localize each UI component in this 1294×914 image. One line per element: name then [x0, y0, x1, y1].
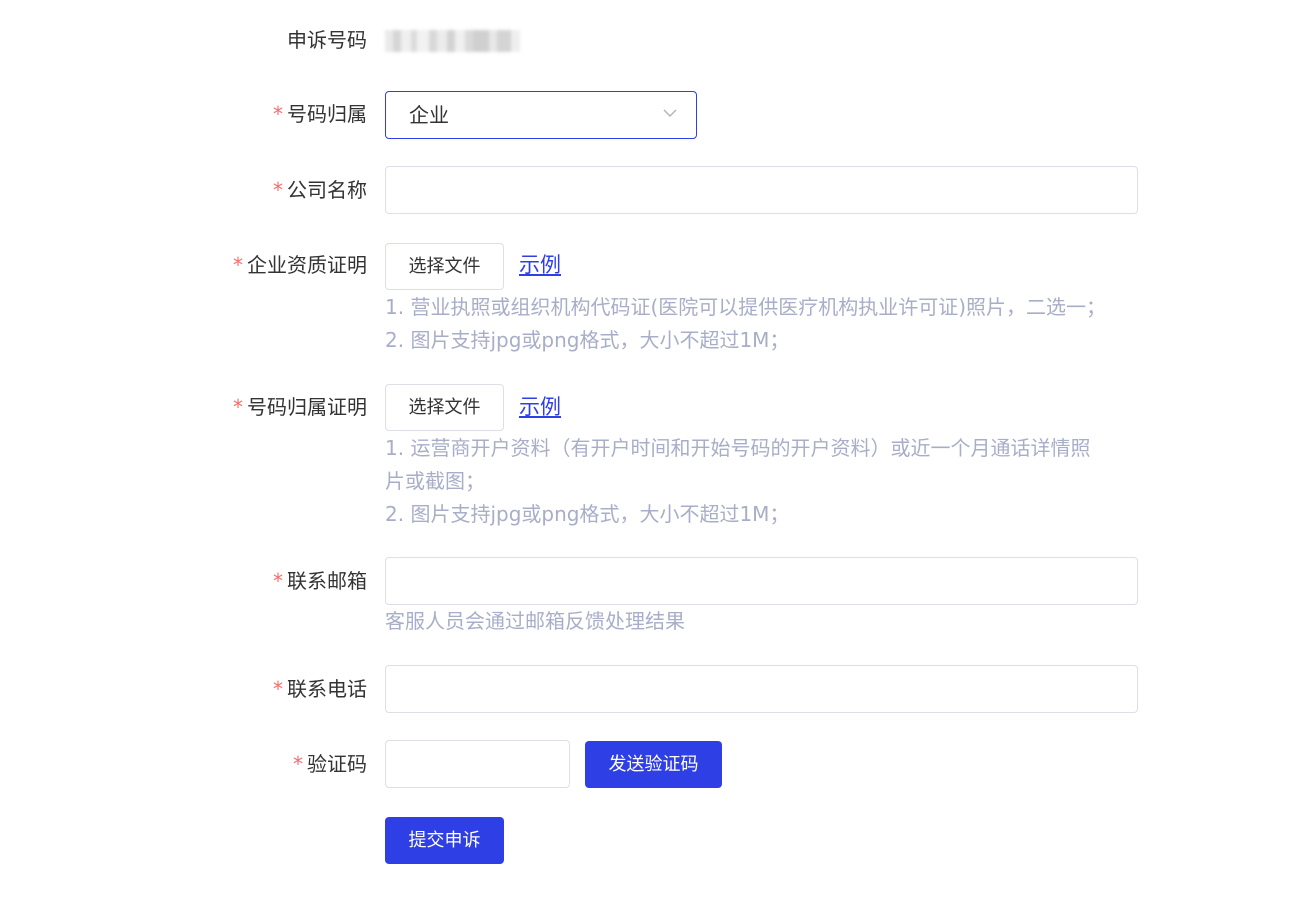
- enterprise-cert-example-link[interactable]: 示例: [519, 253, 561, 277]
- tip-line: 片或截图；: [385, 469, 485, 493]
- company-name-input[interactable]: [386, 167, 1137, 213]
- number-owner-selected-value: 企业: [409, 103, 449, 127]
- ownership-cert-label: * 号码归属证明: [233, 395, 367, 419]
- tip-line: 1. 运营商开户资料（有开户时间和开始号码的开户资料）或近一个月通话详情照: [385, 436, 1091, 460]
- phone-input-wrapper: [385, 665, 1138, 713]
- ownership-cert-example-link[interactable]: 示例: [519, 395, 561, 419]
- company-name-label: * 公司名称: [273, 178, 367, 202]
- number-owner-label: * 号码归属: [273, 102, 367, 126]
- company-name-input-wrapper: [385, 166, 1138, 214]
- email-input[interactable]: [386, 558, 1137, 604]
- email-input-wrapper: [385, 557, 1138, 605]
- complaint-form: 申诉号码 * 号码归属 企业 * 公司名称 * 企业资质证明 选择文件 示例 1. 营…: [0, 0, 1294, 914]
- phone-label: * 联系电话: [273, 677, 367, 701]
- enterprise-cert-label: * 企业资质证明: [233, 253, 367, 277]
- chevron-down-icon: [663, 109, 677, 117]
- complaint-number-label: 申诉号码: [287, 28, 367, 52]
- captcha-input-wrapper: [385, 740, 570, 788]
- ownership-cert-choose-file-button[interactable]: 选择文件: [385, 384, 504, 431]
- complaint-number-masked-value: [385, 30, 520, 52]
- captcha-input[interactable]: [386, 741, 569, 787]
- tip-line: 2. 图片支持jpg或png格式，大小不超过1M；: [385, 328, 790, 352]
- send-captcha-button[interactable]: 发送验证码: [585, 741, 722, 788]
- enterprise-cert-choose-file-button[interactable]: 选择文件: [385, 243, 504, 290]
- ownership-cert-tips: 1. 运营商开户资料（有开户时间和开始号码的开户资料）或近一个月通话详情照 片或…: [385, 432, 1145, 531]
- tip-line: 1. 营业执照或组织机构代码证(医院可以提供医疗机构执业许可证)照片，二选一；: [385, 295, 1107, 319]
- email-hint: 客服人员会通过邮箱反馈处理结果: [385, 609, 685, 633]
- captcha-label: * 验证码: [293, 752, 367, 776]
- email-label: * 联系邮箱: [273, 569, 367, 593]
- tip-line: 2. 图片支持jpg或png格式，大小不超过1M；: [385, 502, 790, 526]
- submit-complaint-button[interactable]: 提交申诉: [385, 817, 504, 864]
- required-mark: *: [293, 752, 303, 776]
- required-mark: *: [233, 395, 243, 419]
- required-mark: *: [273, 178, 283, 202]
- phone-input[interactable]: [386, 666, 1137, 712]
- required-mark: *: [273, 569, 283, 593]
- enterprise-cert-tips: 1. 营业执照或组织机构代码证(医院可以提供医疗机构执业许可证)照片，二选一； …: [385, 291, 1145, 357]
- required-mark: *: [273, 677, 283, 701]
- number-owner-select[interactable]: 企业: [385, 91, 697, 139]
- required-mark: *: [233, 253, 243, 277]
- required-mark: *: [273, 102, 283, 126]
